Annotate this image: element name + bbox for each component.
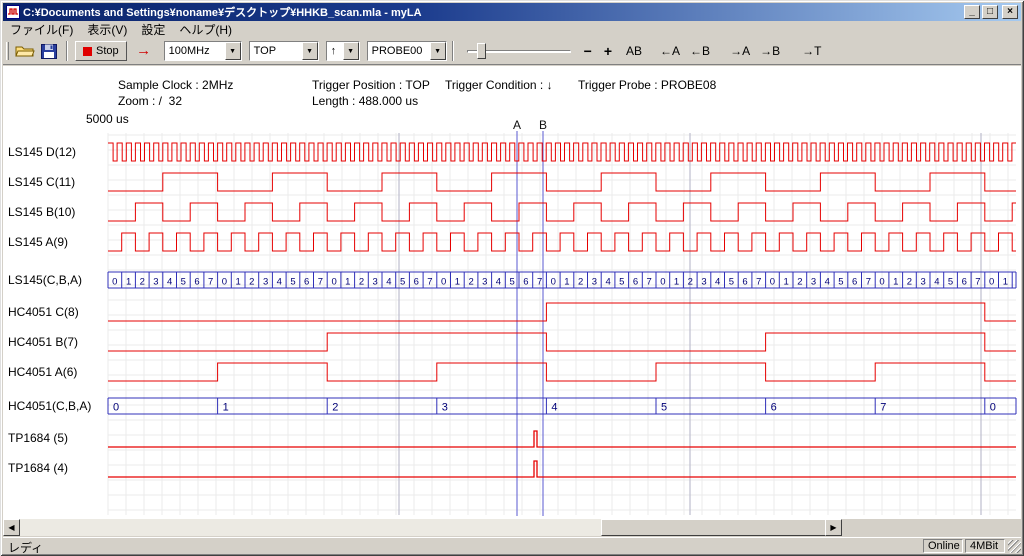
scroll-right-icon[interactable]: ▶ xyxy=(825,519,842,536)
chevron-down-icon[interactable]: ▼ xyxy=(343,42,359,60)
stop-label: Stop xyxy=(96,45,119,57)
channel-label: TP1684 (4) xyxy=(8,461,68,475)
channel-label: HC4051 B(7) xyxy=(8,335,78,349)
menu-help[interactable]: ヘルプ(H) xyxy=(172,20,239,39)
app-icon xyxy=(6,5,20,19)
status-bar: レディ Online 4MBit xyxy=(3,537,1021,553)
chevron-down-icon[interactable]: ▼ xyxy=(225,42,241,60)
scrollbar-thumb[interactable] xyxy=(601,519,826,536)
zoom-out-button[interactable]: − xyxy=(581,43,595,59)
trigger-position-select[interactable]: TOP ▼ xyxy=(249,41,319,61)
stop-square-icon xyxy=(83,47,92,56)
marker-b-label[interactable]: B xyxy=(538,118,548,132)
close-button[interactable]: × xyxy=(1002,5,1018,19)
status-memory-badge: 4MBit xyxy=(965,539,1005,553)
toolbar-separator xyxy=(452,41,454,61)
trigger-probe-value: PROBE00 xyxy=(368,42,430,60)
zoom-in-button[interactable]: + xyxy=(601,43,615,59)
channel-label: HC4051 C(8) xyxy=(8,305,79,319)
channel-label: LS145 A(9) xyxy=(8,235,68,249)
window-controls: _ □ × xyxy=(964,5,1018,19)
goto-a-right-button[interactable]: →A xyxy=(727,44,753,58)
toolbar-separator xyxy=(66,41,68,61)
save-button[interactable] xyxy=(37,40,61,62)
status-ready-text: レディ xyxy=(8,539,43,556)
folder-open-icon xyxy=(15,43,35,59)
horizontal-scrollbar[interactable]: ◀ ▶ xyxy=(3,519,842,536)
toolbar-grip xyxy=(6,42,9,60)
channel-label: HC4051(C,B,A) xyxy=(8,399,91,413)
waveform-panel[interactable] xyxy=(3,66,1021,519)
chevron-down-icon[interactable]: ▼ xyxy=(302,42,318,60)
menu-settings[interactable]: 設定 xyxy=(134,20,172,39)
title-bar[interactable]: C:¥Documents and Settings¥noname¥デスクトップ¥… xyxy=(3,3,1021,21)
channel-label: TP1684 (5) xyxy=(8,431,68,445)
trigger-probe-info: Trigger Probe : PROBE08 xyxy=(578,78,716,92)
goto-a-left-button[interactable]: ←A xyxy=(657,44,683,58)
menu-view[interactable]: 表示(V) xyxy=(80,20,134,39)
run-button[interactable]: → xyxy=(131,41,157,61)
zoom-slider[interactable] xyxy=(467,41,571,61)
channel-label: LS145(C,B,A) xyxy=(8,273,82,287)
channel-label: HC4051 A(6) xyxy=(8,365,77,379)
goto-b-left-button[interactable]: ←B xyxy=(687,44,713,58)
goto-b-right-button[interactable]: →B xyxy=(757,44,783,58)
ab-button[interactable]: AB xyxy=(623,44,645,58)
marker-a-label[interactable]: A xyxy=(512,118,522,132)
floppy-disk-icon xyxy=(40,43,58,60)
menu-file[interactable]: ファイル(F) xyxy=(3,20,80,39)
scroll-left-icon[interactable]: ◀ xyxy=(3,519,20,536)
channel-label: LS145 D(12) xyxy=(8,145,76,159)
window-title: C:¥Documents and Settings¥noname¥デスクトップ¥… xyxy=(23,4,964,20)
channel-label: LS145 C(11) xyxy=(8,175,75,189)
goto-trigger-button[interactable]: →T xyxy=(799,44,824,58)
minimize-button[interactable]: _ xyxy=(964,5,980,19)
sample-clock-select[interactable]: 100MHz ▼ xyxy=(164,41,242,61)
channel-label: LS145 B(10) xyxy=(8,205,75,219)
trigger-position-info: Trigger Position : TOP xyxy=(312,78,430,92)
scrollbar-row: ◀ ▶ xyxy=(3,519,1021,536)
sample-clock-info: Sample Clock : 2MHz xyxy=(118,78,233,92)
menu-bar: ファイル(F) 表示(V) 設定 ヘルプ(H) xyxy=(3,21,1021,38)
app-window: C:¥Documents and Settings¥noname¥デスクトップ¥… xyxy=(0,0,1024,556)
toolbar: Stop → 100MHz ▼ TOP ▼ ↑ ▼ PROBE00 ▼ − + … xyxy=(3,38,1021,65)
trigger-probe-select[interactable]: PROBE00 ▼ xyxy=(367,41,447,61)
chevron-down-icon[interactable]: ▼ xyxy=(430,42,446,60)
trigger-condition-info: Trigger Condition : ↓ xyxy=(445,78,553,92)
sample-clock-value: 100MHz xyxy=(165,42,225,60)
resize-grip-icon[interactable] xyxy=(1008,540,1021,553)
length-info: Length : 488.000 us xyxy=(312,94,418,108)
time-scale-label: 5000 us xyxy=(86,112,129,126)
trigger-edge-select[interactable]: ↑ ▼ xyxy=(326,41,360,61)
maximize-button[interactable]: □ xyxy=(982,5,998,19)
zoom-info: Zoom : / 32 xyxy=(118,94,182,108)
trigger-edge-value: ↑ xyxy=(327,42,343,60)
status-online-badge: Online xyxy=(923,539,963,553)
slider-thumb[interactable] xyxy=(477,43,486,59)
stop-button[interactable]: Stop xyxy=(75,41,127,61)
trigger-position-value: TOP xyxy=(250,42,302,60)
open-button[interactable] xyxy=(13,40,37,62)
